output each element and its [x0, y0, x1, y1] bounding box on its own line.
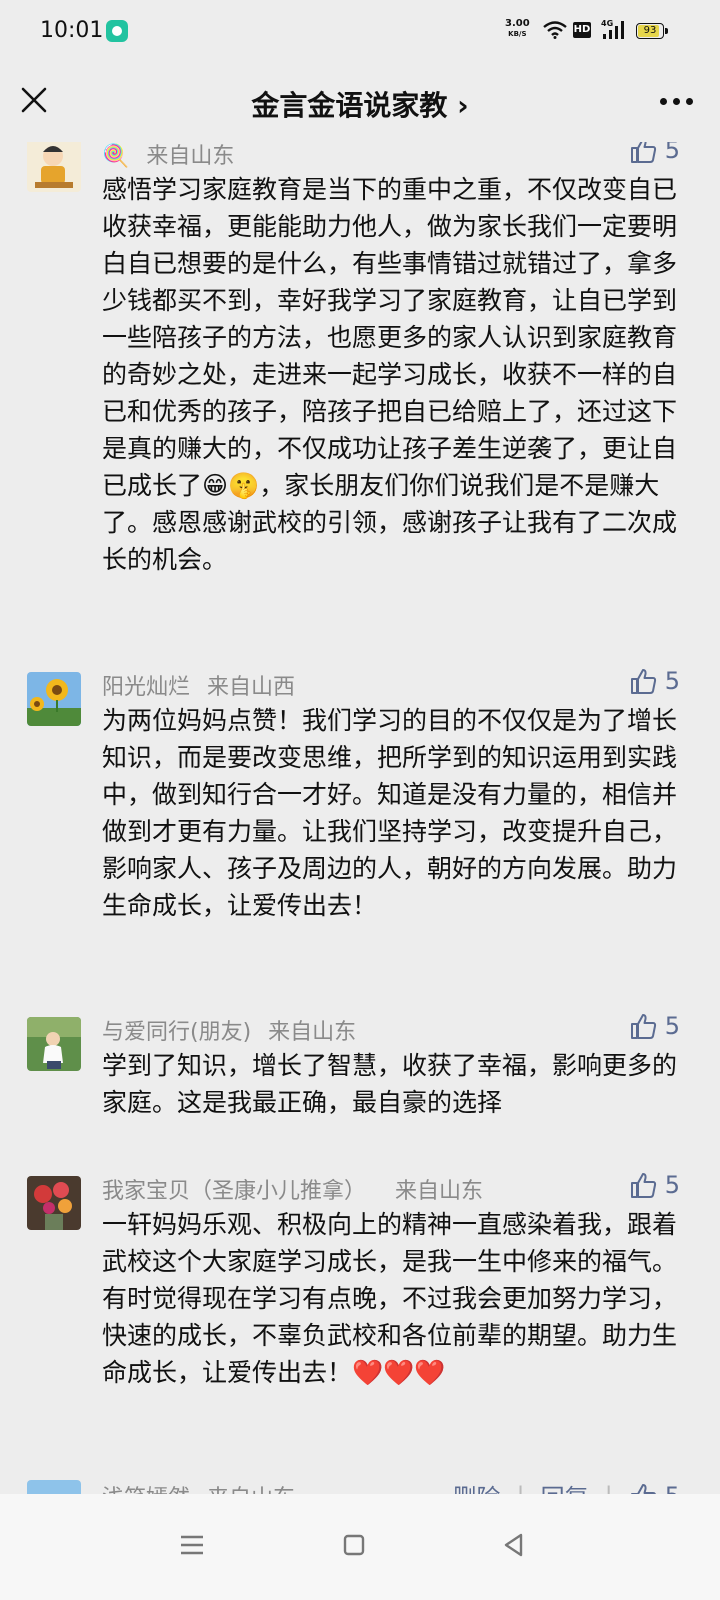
battery-icon: 93 — [636, 23, 668, 39]
status-bar: 10:01 3.00 KB/S HD 4G 93 — [0, 0, 720, 62]
like-button[interactable]: 5 — [629, 667, 680, 695]
comment-text: 学到了知识，增长了智慧，收获了幸福，影响更多的家庭。这是我最正确，最自豪的选择 — [102, 1051, 678, 1117]
hd-icon: HD — [573, 22, 591, 38]
lollipop-icon: 🍭 — [102, 144, 130, 169]
comment-meta: 我家宝贝（圣康小儿推拿） 来自山东 — [102, 1173, 483, 1205]
comment-location: 来自山东 — [395, 1179, 484, 1204]
avatar[interactable] — [27, 1176, 81, 1230]
delete-button[interactable]: 删除 — [453, 1478, 501, 1494]
wifi-icon — [543, 21, 567, 39]
title-bar: 金言金语说家教 › — [0, 62, 720, 142]
comment-author[interactable]: 浅笑嫣然 — [102, 1486, 190, 1494]
avatar[interactable] — [27, 1480, 81, 1494]
network-speed: 3.00 KB/S — [505, 18, 530, 38]
menu-icon[interactable] — [177, 1530, 207, 1560]
comment-meta: 🍭 来自山东 — [102, 142, 234, 170]
thumbs-up-icon — [630, 142, 656, 163]
comment-author[interactable]: 我家宝贝（圣康小儿推拿） — [102, 1179, 366, 1204]
thumbs-up-icon[interactable] — [629, 1482, 657, 1495]
thumbs-up-icon — [630, 1173, 656, 1198]
comment-author[interactable]: 与爱同行(朋友) — [102, 1020, 251, 1045]
like-count: 5 — [664, 1171, 680, 1199]
comment-location: 来自山东 — [207, 1486, 295, 1494]
comment-location: 来自山西 — [207, 675, 296, 700]
svg-text:4G: 4G — [601, 19, 613, 28]
like-count: 5 — [664, 667, 680, 695]
comment-meta: 阳光灿烂 来自山西 — [102, 669, 295, 701]
avatar[interactable] — [27, 1017, 81, 1071]
comment-actions: 删除 | 回复 | 5 — [453, 1478, 680, 1494]
comment-text: 感悟学习家庭教育是当下的重中之重，不仅改变自已收获幸福，更能能助力他人，做为家长… — [102, 175, 678, 574]
like-button[interactable]: 5 — [629, 142, 680, 164]
back-icon[interactable] — [499, 1530, 529, 1560]
like-count: 5 — [664, 142, 680, 164]
action-divider: | — [517, 1482, 525, 1495]
thumbs-up-icon — [630, 1014, 656, 1039]
page-title[interactable]: 金言金语说家教 › — [0, 84, 720, 124]
signal-icon: 4G — [601, 19, 624, 39]
thumbs-up-icon — [630, 669, 656, 694]
comment-list[interactable]: 🍭 来自山东 5 感悟学习家庭教育是当下的重中之重，不仅改变自已收获幸福，更能能… — [0, 142, 720, 1494]
comment-location: 来自山东 — [146, 144, 235, 169]
avatar[interactable] — [27, 142, 81, 192]
reply-button[interactable]: 回复 — [541, 1478, 589, 1494]
comment-author[interactable]: 阳光灿烂 — [102, 675, 190, 700]
like-count: 5 — [665, 1482, 680, 1495]
system-nav-bar — [0, 1494, 720, 1600]
like-button[interactable]: 5 — [629, 1012, 680, 1040]
avatar[interactable] — [27, 672, 81, 726]
like-count: 5 — [664, 1012, 680, 1040]
like-button[interactable]: 5 — [629, 1171, 680, 1199]
comment-text: 一轩妈妈乐观、积极向上的精神一直感染着我，跟着武校这个大家庭学习成长，是我一生中… — [102, 1210, 678, 1387]
comment-text: 为两位妈妈点赞！我们学习的目的不仅仅是为了增长知识，而是要改变思维，把所学到的知… — [102, 706, 678, 920]
comment-meta: 与爱同行(朋友) 来自山东 — [102, 1014, 356, 1046]
comment-meta: 浅笑嫣然 来自山东 — [102, 1480, 295, 1494]
app-notification-icon — [106, 20, 128, 42]
more-options-icon[interactable] — [660, 98, 694, 106]
status-time: 10:01 — [40, 18, 104, 43]
action-divider: | — [605, 1482, 613, 1495]
comment-location: 来自山东 — [268, 1020, 357, 1045]
home-icon[interactable] — [339, 1530, 369, 1560]
